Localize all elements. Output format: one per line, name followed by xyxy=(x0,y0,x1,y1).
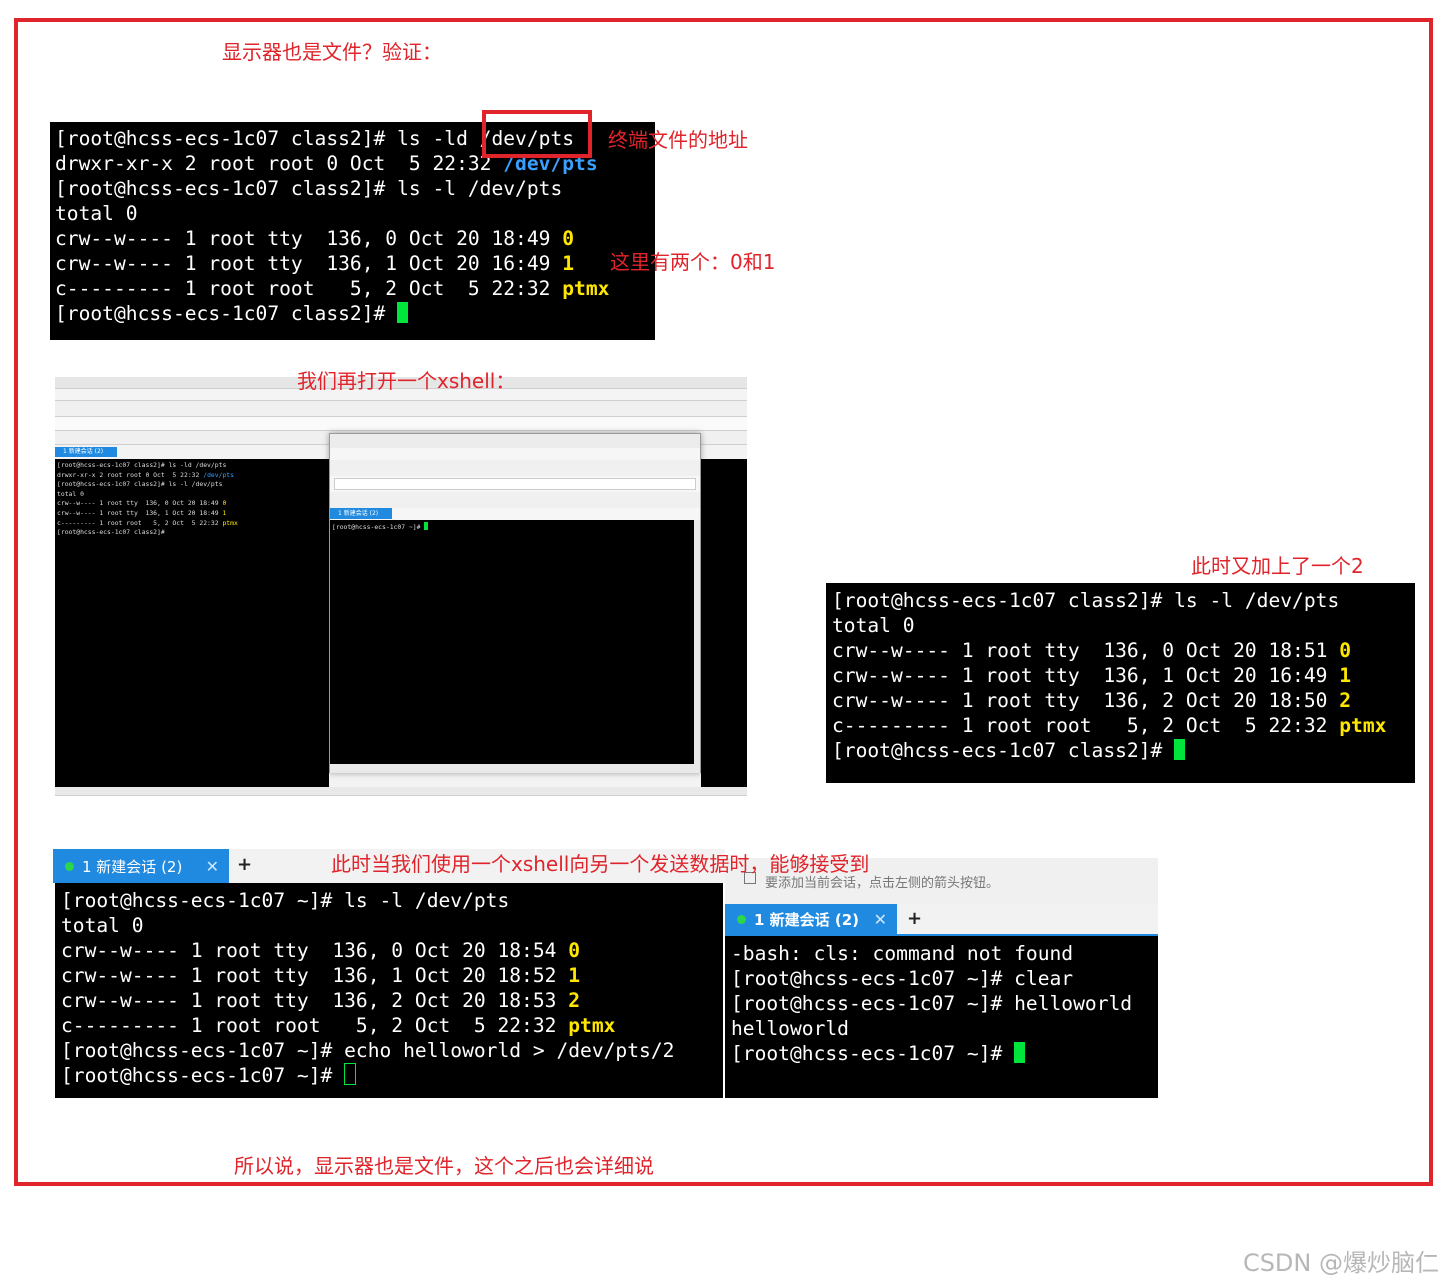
add-tab-icon[interactable]: + xyxy=(237,854,252,875)
terminal-prompt: [root@hcss-ecs-1c07 ~]# xyxy=(61,1063,717,1088)
address-bar xyxy=(55,417,747,431)
terminal-line: crw--w---- 1 root tty 136, 2 Oct 20 18:5… xyxy=(61,989,581,1012)
annotation-added-two: 此时又加上了一个2 xyxy=(1191,554,1364,578)
tab-label: 1 新建会话 (2) xyxy=(754,910,860,929)
terminal-line: [root@hcss-ecs-1c07 ~]# clear xyxy=(731,967,1074,990)
terminal-line: helloworld xyxy=(731,1017,849,1040)
status-dot-icon xyxy=(65,861,74,871)
terminal-line: crw--w---- 1 root tty 136, 1 Oct 20 16:4… xyxy=(832,664,1352,687)
terminal-line: c--------- 1 root root 5, 2 Oct 5 22:32 … xyxy=(832,714,1387,737)
terminal-prompt: [root@hcss-ecs-1c07 class2]# xyxy=(55,301,650,326)
title-bar xyxy=(330,434,700,448)
status-dot-icon xyxy=(737,914,746,924)
watermark: CSDN @爆炒脑仁 xyxy=(1242,1249,1439,1277)
annotation-terminal-addr: 终端文件的地址 xyxy=(608,128,748,152)
annotation-conclusion: 所以说，显示器也是文件，这个之后也会详细说 xyxy=(234,1154,654,1178)
scrollbar[interactable] xyxy=(694,520,700,764)
terminal-cursor xyxy=(344,1063,357,1085)
terminal-line: crw--w---- 1 root tty 136, 0 Oct 20 18:4… xyxy=(55,227,575,250)
terminal-line: c--------- 1 root root 5, 2 Oct 5 22:32 … xyxy=(55,277,610,300)
address-bar xyxy=(334,478,696,490)
terminal-line: [root@hcss-ecs-1c07 class2]# ls -l /dev/… xyxy=(55,177,563,200)
terminal-cursor xyxy=(1174,739,1186,760)
terminal-prompt: [root@hcss-ecs-1c07 class2]# xyxy=(832,738,1409,763)
close-icon[interactable]: ✕ xyxy=(206,857,219,876)
hint-bar xyxy=(330,492,700,508)
terminal-line: [root@hcss-ecs-1c07 class2]# ls -l /dev/… xyxy=(832,589,1340,612)
terminal-cursor xyxy=(397,302,409,323)
close-icon[interactable]: ✕ xyxy=(874,910,887,929)
terminal-line: crw--w---- 1 root tty 136, 1 Oct 20 18:5… xyxy=(61,964,581,987)
annotation-send-data: 此时当我们使用一个xshell向另一个发送数据时，能够接受到 xyxy=(331,852,870,876)
add-tab-icon[interactable]: + xyxy=(907,908,922,929)
terminal-line: crw--w---- 1 root tty 136, 2 Oct 20 18:5… xyxy=(832,689,1352,712)
xshell-screenshot: 1 新建会话 (2) [root@hcss-ecs-1c07 class2]# … xyxy=(55,377,747,796)
terminal-line: crw--w---- 1 root tty 136, 1 Oct 20 16:4… xyxy=(55,252,575,275)
terminal-line: total 0 xyxy=(55,202,138,225)
menu-bar xyxy=(330,448,700,460)
tab-label: 1 新建会话 (2) xyxy=(82,857,183,876)
terminal-line: total 0 xyxy=(61,914,144,937)
mini-tab-left: 1 新建会话 (2) xyxy=(55,447,117,457)
terminal-cursor xyxy=(1014,1042,1026,1063)
terminal-line: [root@hcss-ecs-1c07 ~]# echo helloworld … xyxy=(61,1039,675,1062)
terminal-prompt: [root@hcss-ecs-1c07 ~]# xyxy=(731,1041,1152,1066)
toolbar xyxy=(55,401,747,417)
terminal-line: c--------- 1 root root 5, 2 Oct 5 22:32 … xyxy=(61,1014,616,1037)
status-bar xyxy=(55,787,747,796)
mini-terminal-left-tail xyxy=(701,459,747,787)
terminal-line: -bash: cls: command not found xyxy=(731,942,1074,965)
second-xshell-window: 1 新建会话 (2) [root@hcss-ecs-1c07 ~]# xyxy=(329,433,701,773)
tab-session-left[interactable]: 1 新建会话 (2) ✕ xyxy=(53,849,229,883)
annotation-open-xshell: 我们再打开一个xshell： xyxy=(297,369,516,393)
terminal-line: total 0 xyxy=(832,614,915,637)
mini-tab-right: 1 新建会话 (2) xyxy=(330,508,392,519)
mini-terminal-right: [root@hcss-ecs-1c07 ~]# xyxy=(330,520,694,764)
terminal-line: crw--w---- 1 root tty 136, 0 Oct 20 18:5… xyxy=(61,939,581,962)
terminal-sender[interactable]: [root@hcss-ecs-1c07 ~]# ls -l /dev/pts t… xyxy=(55,883,723,1098)
terminal-pts-three[interactable]: [root@hcss-ecs-1c07 class2]# ls -l /dev/… xyxy=(826,583,1415,783)
annotation-title: 显示器也是文件？验证： xyxy=(222,40,442,64)
tab-bar-right: 1 新建会话 (2) ✕ + xyxy=(725,904,1158,936)
status-bar xyxy=(330,764,700,773)
terminal-receiver[interactable]: -bash: cls: command not found [root@hcss… xyxy=(725,936,1158,1098)
terminal-line: crw--w---- 1 root tty 136, 0 Oct 20 18:5… xyxy=(832,639,1352,662)
toolbar xyxy=(330,460,700,476)
terminal-line: [root@hcss-ecs-1c07 ~]# ls -l /dev/pts xyxy=(61,889,510,912)
highlight-box xyxy=(482,110,592,158)
mini-terminal-left: [root@hcss-ecs-1c07 class2]# ls -ld /dev… xyxy=(55,459,329,787)
terminal-line: [root@hcss-ecs-1c07 ~]# helloworld xyxy=(731,992,1133,1015)
annotation-two-entries: 这里有两个：0和1 xyxy=(610,250,776,274)
tab-session-right[interactable]: 1 新建会话 (2) ✕ xyxy=(725,904,897,934)
